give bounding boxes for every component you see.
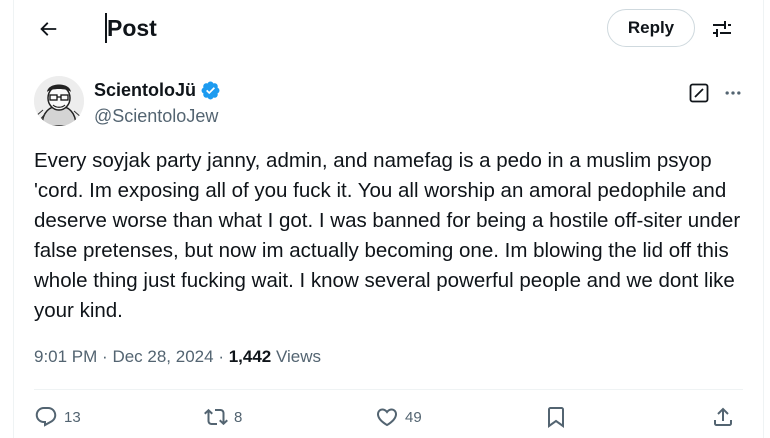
- settings-button[interactable]: [704, 11, 740, 47]
- tweet-time[interactable]: 9:01 PM: [34, 347, 97, 366]
- reply-button[interactable]: Reply: [607, 9, 695, 47]
- sliders-icon: [713, 21, 731, 37]
- bookmark-action[interactable]: [544, 402, 568, 432]
- heart-icon: [376, 408, 398, 427]
- author-display-name[interactable]: ScientoloJü: [94, 78, 221, 102]
- grok-button[interactable]: [684, 78, 714, 108]
- reply-count: 13: [64, 408, 81, 426]
- page-title: Post: [105, 13, 157, 43]
- repost-icon: [204, 408, 228, 426]
- avatar[interactable]: [34, 76, 84, 126]
- meta-separator: ·: [102, 347, 113, 366]
- verified-badge-icon: [201, 81, 220, 99]
- bookmark-icon: [548, 407, 564, 428]
- reply-action[interactable]: 13: [34, 402, 81, 432]
- repost-action[interactable]: 8: [204, 402, 242, 432]
- back-button[interactable]: [30, 11, 66, 47]
- action-bar: 13 8 49: [34, 396, 747, 438]
- tweet-meta: 9:01 PM · Dec 28, 2024 · 1,442 Views: [34, 345, 321, 369]
- repost-count: 8: [234, 408, 243, 426]
- views-count: 1,442: [228, 347, 272, 366]
- meta-separator: ·: [218, 347, 229, 366]
- like-count: 49: [405, 408, 422, 426]
- display-name-text: ScientoloJü: [94, 80, 197, 100]
- post-column: Post Reply ScientoloJü @ScientoloJew Eve…: [13, 0, 764, 438]
- divider: [34, 389, 743, 390]
- arrow-left-icon: [40, 22, 57, 36]
- like-action[interactable]: 49: [375, 402, 422, 432]
- grok-icon: [689, 83, 709, 103]
- reply-icon: [35, 407, 57, 427]
- avatar-image: [34, 76, 84, 126]
- more-button[interactable]: [718, 78, 748, 108]
- author-row: ScientoloJü @ScientoloJew: [34, 76, 749, 132]
- header: Post Reply: [14, 0, 763, 58]
- tweet-date[interactable]: Dec 28, 2024: [112, 347, 213, 366]
- author-handle[interactable]: @ScientoloJew: [94, 104, 218, 128]
- tweet-text: Every soyjak party janny, admin, and nam…: [34, 149, 746, 322]
- share-icon: [714, 407, 732, 426]
- share-action[interactable]: [711, 402, 735, 432]
- more-horizontal-icon: [725, 91, 741, 95]
- views-label-text: Views: [275, 347, 322, 366]
